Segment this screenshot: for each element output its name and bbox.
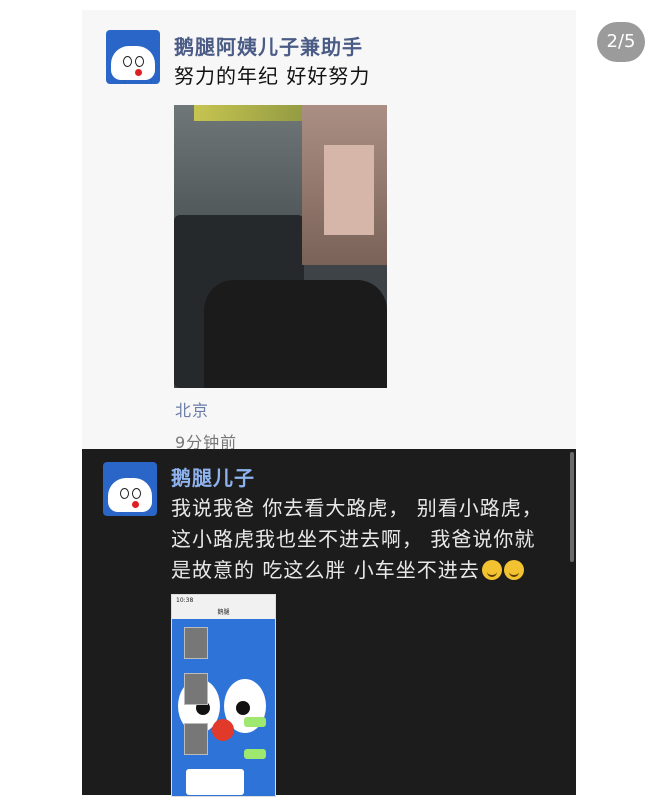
chat-screenshot-image[interactable]: 10:38 鹅腿 <box>171 594 276 797</box>
scrollbar[interactable] <box>570 452 574 562</box>
post-text-line-3: 是故意的 吃这么胖 小车坐不进去 <box>171 555 524 586</box>
laughing-emoji-icon <box>481 560 502 580</box>
post-text-line-2: 这小路虎我也坐不进去啊， 我爸说你就 <box>171 527 536 551</box>
post-location[interactable]: 北京 <box>175 397 209 421</box>
post-author-name[interactable]: 鹅腿阿姨儿子兼助手 <box>174 31 363 60</box>
avatar-icon[interactable] <box>103 462 157 516</box>
status-bar: 10:38 <box>172 595 275 607</box>
avatar-face <box>108 478 152 512</box>
chat-caption <box>186 769 244 795</box>
chat-background <box>172 619 275 796</box>
status-time: 10:38 <box>176 597 194 604</box>
laughing-emoji-icon <box>503 560 524 580</box>
post-photo[interactable] <box>174 105 387 388</box>
avatar-icon[interactable] <box>106 30 160 84</box>
post-text: 努力的年纪 好好努力 <box>174 64 371 88</box>
page-indicator: 2/5 <box>597 22 645 62</box>
post-author-name[interactable]: 鹅腿儿子 <box>171 462 255 491</box>
post-text-line-3-text: 是故意的 吃这么胖 小车坐不进去 <box>171 558 480 582</box>
chat-title: 鹅腿 <box>172 607 275 619</box>
post-text-line-1: 我说我爸 你去看大路虎， 别看小路虎， <box>171 496 543 520</box>
avatar-face <box>111 46 155 80</box>
